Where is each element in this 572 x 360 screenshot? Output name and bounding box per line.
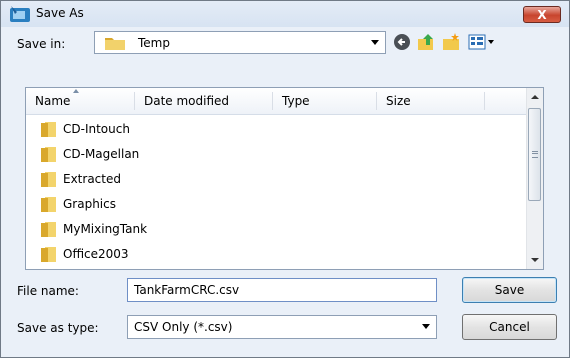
save-as-type-dropdown[interactable]: CSV Only (*.csv) <box>127 315 437 339</box>
window-title: Save As <box>36 6 84 20</box>
up-folder-icon[interactable] <box>416 32 436 52</box>
scroll-up-arrow-icon[interactable] <box>531 95 539 99</box>
folder-icon <box>41 197 56 212</box>
column-divider[interactable] <box>376 92 377 110</box>
file-name-label: MyMixingTank <box>63 222 148 236</box>
cancel-button[interactable]: Cancel <box>462 314 557 340</box>
close-icon: X <box>537 8 547 22</box>
column-divider[interactable] <box>272 92 273 110</box>
folder-icon <box>41 172 56 187</box>
save-as-dialog: Save As X Save in: Temp Name Date modifi… <box>0 0 570 358</box>
folder-icon <box>41 222 56 237</box>
file-name-label: CD-Intouch <box>63 122 130 136</box>
list-item[interactable]: Office2003 <box>26 243 529 268</box>
views-menu-icon[interactable] <box>468 32 496 52</box>
file-name-label: CD-Magellan <box>63 147 140 161</box>
file-list[interactable]: Name Date modified Type Size CD-Intouch … <box>25 87 544 270</box>
list-item[interactable]: MyMixingTank <box>26 218 529 243</box>
scrollbar-thumb[interactable] <box>528 108 541 201</box>
new-folder-icon[interactable] <box>441 32 461 52</box>
scroll-down-arrow-icon[interactable] <box>531 258 539 262</box>
close-button[interactable]: X <box>523 6 561 23</box>
file-list-header: Name Date modified Type Size <box>26 88 529 115</box>
save-in-value: Temp <box>138 36 170 50</box>
list-item[interactable]: CD-Magellan <box>26 143 529 168</box>
save-in-label: Save in: <box>17 37 66 51</box>
folder-icon <box>41 247 56 262</box>
chevron-down-icon[interactable] <box>422 324 430 329</box>
save-as-type-value: CSV Only (*.csv) <box>134 320 233 334</box>
back-icon[interactable] <box>392 32 412 52</box>
folder-icon <box>41 122 56 137</box>
save-as-type-label: Save as type: <box>17 321 99 335</box>
grip-icon <box>532 151 538 158</box>
vertical-scrollbar[interactable] <box>526 88 543 269</box>
file-name-label: Graphics <box>63 197 116 211</box>
sort-ascending-icon <box>73 89 79 93</box>
column-divider[interactable] <box>134 92 135 110</box>
list-item[interactable]: CD-Intouch <box>26 118 529 143</box>
list-item[interactable]: Extracted <box>26 168 529 193</box>
column-divider[interactable] <box>484 92 485 110</box>
column-header-name[interactable]: Name <box>35 94 70 108</box>
column-header-date-modified[interactable]: Date modified <box>144 94 229 108</box>
file-name-input[interactable]: TankFarmCRC.csv <box>127 278 437 302</box>
save-in-dropdown[interactable]: Temp <box>94 31 386 54</box>
title-bar: Save As X <box>1 1 569 27</box>
folder-icon <box>41 147 56 162</box>
save-as-app-icon <box>10 6 30 22</box>
file-name-label: File name: <box>17 284 79 298</box>
save-button[interactable]: Save <box>462 277 557 303</box>
folder-icon <box>105 38 125 50</box>
column-header-type[interactable]: Type <box>282 94 310 108</box>
list-item[interactable]: Graphics <box>26 193 529 218</box>
column-header-size[interactable]: Size <box>386 94 411 108</box>
file-name-label: Extracted <box>63 172 121 186</box>
file-name-label: Office2003 <box>63 247 129 261</box>
chevron-down-icon[interactable] <box>371 40 379 45</box>
